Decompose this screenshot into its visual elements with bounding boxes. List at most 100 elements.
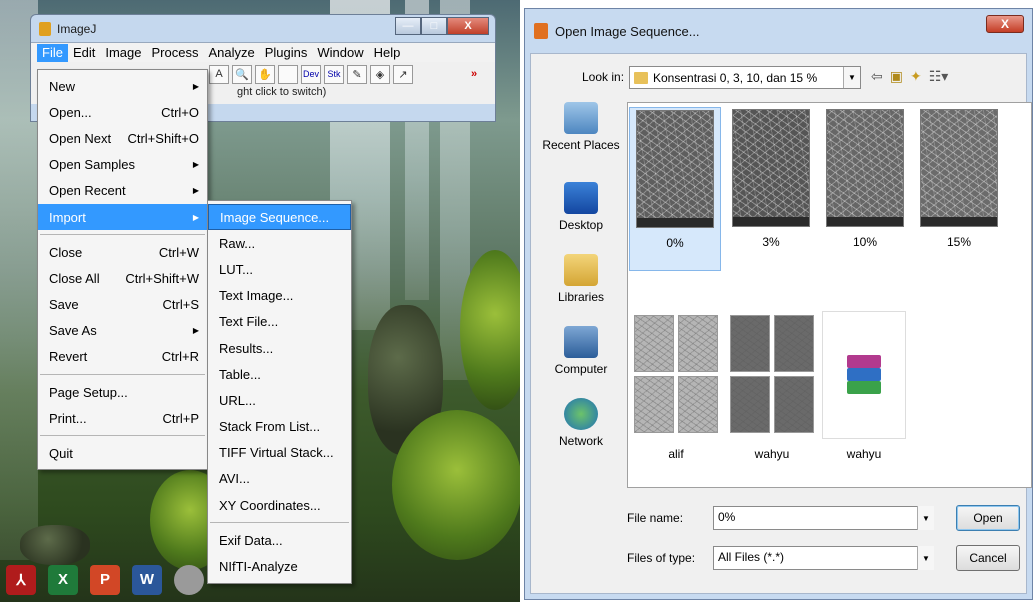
menu-item-open-samples[interactable]: Open Samples ▶ (38, 152, 207, 178)
open-button[interactable]: Open (956, 505, 1020, 531)
menu-item-results[interactable]: Results... (208, 335, 351, 361)
zoom-tool-icon[interactable]: 🔍 (232, 64, 252, 84)
file-item[interactable]: 10% (819, 109, 911, 249)
menu-plugins[interactable]: Plugins (260, 44, 313, 62)
places-bar: Recent Places Desktop Libraries Computer… (541, 102, 621, 462)
file-name-field-label: File name: (627, 511, 684, 525)
menu-item-url[interactable]: URL... (208, 387, 351, 413)
view-menu-icon[interactable]: ☷▾ (929, 68, 949, 85)
menu-item-open-next[interactable]: Open Next Ctrl+Shift+O (38, 125, 207, 151)
place-recent-places[interactable]: Recent Places (541, 102, 621, 152)
image-thumbnail (636, 110, 714, 228)
menu-image[interactable]: Image (100, 44, 146, 62)
chevron-down-icon[interactable]: ▼ (917, 506, 934, 530)
menu-window[interactable]: Window (312, 44, 368, 62)
stack-tool-icon[interactable]: Stk (324, 64, 344, 84)
close-button[interactable]: X (447, 17, 489, 35)
menu-item-text-image[interactable]: Text Image... (208, 283, 351, 309)
imagej-icon[interactable] (174, 564, 204, 595)
back-icon[interactable]: ⇦ (871, 68, 883, 85)
menu-process[interactable]: Process (147, 44, 204, 62)
file-item[interactable]: wahyu (726, 315, 818, 461)
maximize-button[interactable]: □ (421, 17, 447, 35)
imagej-titlebar[interactable]: ImageJ — □ X (31, 15, 495, 42)
dev-tool-icon[interactable]: Dev (301, 64, 321, 84)
place-desktop[interactable]: Desktop (541, 182, 621, 232)
menu-file[interactable]: File (37, 43, 68, 62)
menu-item-avi[interactable]: AVI... (208, 466, 351, 492)
menu-item-open[interactable]: Open... Ctrl+O (38, 99, 207, 125)
menu-item-label: Close All (49, 270, 100, 286)
chevron-down-icon[interactable]: ▼ (917, 546, 934, 570)
menu-item-print[interactable]: Print... Ctrl+P (38, 405, 207, 431)
more-tools-icon[interactable]: » (464, 65, 484, 84)
menu-item-save[interactable]: Save Ctrl+S (38, 292, 207, 318)
minimize-button[interactable]: — (395, 17, 421, 35)
menu-item-import[interactable]: Import ▶ (38, 203, 207, 231)
cancel-button[interactable]: Cancel (956, 545, 1020, 571)
menu-item-tiff-virtual-stack[interactable]: TIFF Virtual Stack... (208, 440, 351, 466)
menu-separator (40, 234, 205, 236)
menu-analyze[interactable]: Analyze (203, 44, 259, 62)
menu-help[interactable]: Help (369, 44, 406, 62)
file-type-field-label: Files of type: (627, 551, 696, 565)
menu-item-text-file[interactable]: Text File... (208, 309, 351, 335)
menu-item-close-all[interactable]: Close All Ctrl+Shift+W (38, 265, 207, 291)
acrobat-icon[interactable]: ⅄ (6, 564, 36, 595)
close-button[interactable]: X (986, 15, 1024, 33)
menu-item-close[interactable]: Close Ctrl+W (38, 239, 207, 265)
menu-separator (210, 522, 349, 524)
menu-item-page-setup[interactable]: Page Setup... (38, 379, 207, 405)
menu-item-raw[interactable]: Raw... (208, 230, 351, 256)
excel-icon[interactable]: X (48, 564, 78, 595)
network-icon (564, 398, 598, 430)
menu-item-revert[interactable]: Revert Ctrl+R (38, 344, 207, 370)
menu-separator (40, 374, 205, 376)
place-libraries[interactable]: Libraries (541, 254, 621, 304)
file-type-select[interactable]: All Files (*.*) (713, 546, 931, 570)
file-name-label: 3% (762, 235, 780, 249)
menu-item-shortcut: Ctrl+Shift+W (125, 270, 199, 286)
foliage-bg (460, 250, 520, 410)
menu-item-image-sequence[interactable]: Image Sequence... (208, 204, 351, 231)
place-computer[interactable]: Computer (541, 326, 621, 376)
menu-item-new[interactable]: New ▶ (38, 73, 207, 99)
menu-item-stack-from-list[interactable]: Stack From List... (208, 414, 351, 440)
place-network[interactable]: Network (541, 398, 621, 448)
text-tool-icon[interactable]: A (209, 64, 229, 84)
dialog-body: Look in: Konsentrasi 0, 3, 10, dan 15 % … (530, 53, 1032, 594)
powerpoint-icon[interactable]: P (90, 564, 120, 595)
file-item[interactable]: wahyu (818, 311, 910, 461)
menu-item-shortcut: Ctrl+R (161, 349, 199, 365)
taskbar: ⅄ X P W (0, 557, 520, 602)
file-item[interactable]: 3% (725, 109, 817, 249)
libraries-icon (564, 254, 598, 286)
file-name-input[interactable]: 0% (713, 506, 931, 530)
menu-item-save-as[interactable]: Save As ▶ (38, 318, 207, 344)
brush-tool-icon[interactable]: ✎ (347, 64, 367, 84)
menu-item-quit[interactable]: Quit (38, 440, 207, 466)
color-picker-icon[interactable] (278, 64, 298, 84)
arrow-tool-icon[interactable]: ↗ (393, 64, 413, 84)
chevron-down-icon[interactable]: ▼ (843, 67, 860, 88)
image-thumbnail (732, 109, 810, 227)
menu-item-label: Import (49, 209, 86, 225)
menu-item-xy-coordinates[interactable]: XY Coordinates... (208, 492, 351, 518)
file-item[interactable]: 15% (913, 109, 1005, 249)
file-item[interactable]: 0% (629, 107, 721, 271)
import-submenu: Image Sequence... Raw... LUT... Text Ima… (207, 200, 352, 584)
flood-fill-tool-icon[interactable]: ◈ (370, 64, 390, 84)
dialog-titlebar[interactable]: Open Image Sequence... (525, 9, 1032, 53)
word-icon[interactable]: W (132, 564, 162, 595)
menu-item-lut[interactable]: LUT... (208, 256, 351, 282)
look-in-dropdown[interactable]: Konsentrasi 0, 3, 10, dan 15 % ▼ (629, 66, 861, 89)
menu-edit[interactable]: Edit (68, 44, 100, 62)
up-folder-icon[interactable]: ▣ (890, 68, 903, 85)
menu-item-exif-data[interactable]: Exif Data... (208, 527, 351, 553)
menu-item-open-recent[interactable]: Open Recent ▶ (38, 178, 207, 204)
menu-item-table[interactable]: Table... (208, 361, 351, 387)
place-label: Desktop (558, 218, 604, 232)
hand-tool-icon[interactable]: ✋ (255, 64, 275, 84)
file-item[interactable]: alif (630, 315, 722, 461)
new-folder-icon[interactable]: ✦ (910, 68, 922, 85)
